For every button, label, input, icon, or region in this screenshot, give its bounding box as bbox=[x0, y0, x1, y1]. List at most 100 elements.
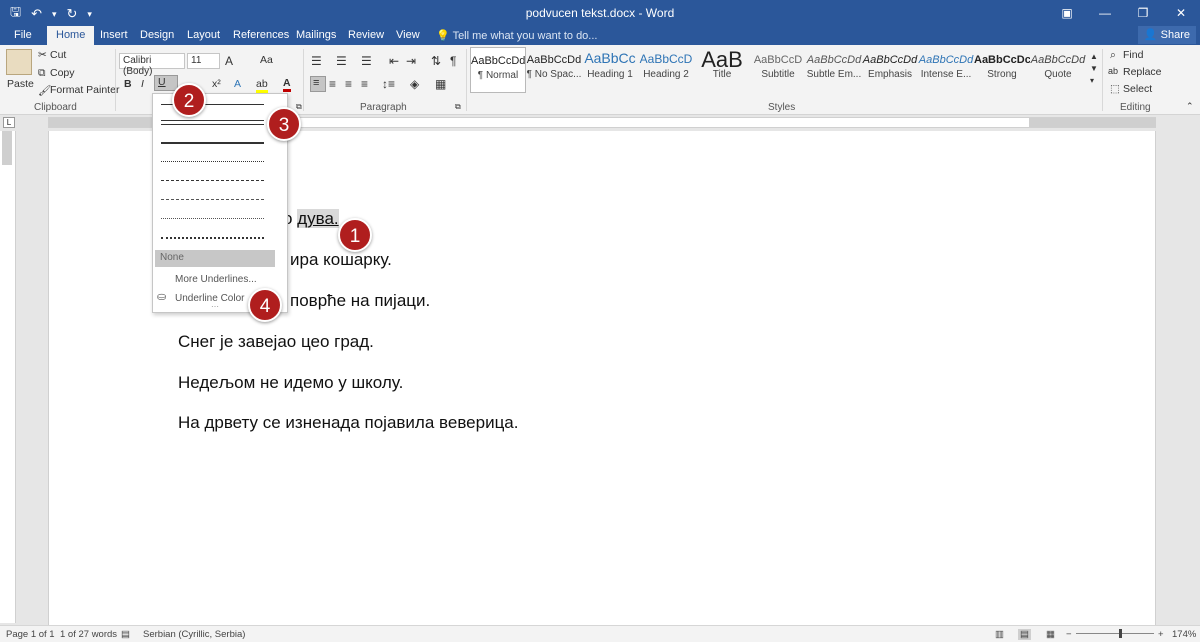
superscript-button[interactable]: x² bbox=[212, 78, 221, 90]
show-formatting-icon[interactable]: ¶ bbox=[450, 54, 456, 68]
underline-dotted[interactable] bbox=[161, 156, 264, 168]
web-layout-icon[interactable]: ▦ bbox=[1046, 629, 1055, 640]
styles-scroll-icon[interactable]: ▲ ▼ ▾ bbox=[1090, 51, 1098, 87]
paste-button[interactable]: Paste bbox=[7, 78, 34, 90]
group-divider bbox=[466, 49, 467, 111]
document-line-5[interactable]: Недељом не идемо у школу. bbox=[178, 373, 403, 393]
style-heading-1[interactable]: AaBbCc Heading 1 bbox=[582, 47, 638, 93]
page-count[interactable]: Page 1 of 1 bbox=[6, 629, 55, 640]
zoom-slider-thumb[interactable] bbox=[1119, 629, 1122, 638]
underline-thick[interactable] bbox=[161, 137, 264, 149]
zoom-out-button[interactable]: − bbox=[1066, 629, 1072, 640]
tab-view[interactable]: View bbox=[396, 26, 420, 45]
tab-file[interactable]: File bbox=[14, 26, 32, 45]
group-divider bbox=[303, 49, 304, 111]
tell-me-box[interactable]: 💡 Tell me what you want to do... bbox=[436, 29, 597, 42]
style-subtitle[interactable]: AaBbCcD Subtitle bbox=[750, 47, 806, 93]
lightbulb-icon: 💡 bbox=[436, 30, 453, 42]
multilevel-list-icon[interactable]: ☰ bbox=[361, 54, 372, 68]
document-line-3[interactable]: поврће на пијаци. bbox=[290, 291, 430, 311]
style-emphasis[interactable]: AaBbCcDd Emphasis bbox=[862, 47, 918, 93]
ribbon-display-options-button[interactable]: ▣ bbox=[1048, 0, 1086, 25]
change-case-button[interactable]: Aa bbox=[260, 54, 273, 66]
bullets-icon[interactable]: ☰ bbox=[311, 54, 322, 68]
find-button[interactable]: Find bbox=[1123, 49, 1143, 61]
italic-button[interactable]: I bbox=[141, 78, 144, 90]
style-heading-2[interactable]: AaBbCcD Heading 2 bbox=[638, 47, 694, 93]
sort-icon[interactable]: ⇅ bbox=[431, 54, 441, 68]
proofing-icon[interactable]: ▤ bbox=[121, 629, 130, 640]
align-left-icon[interactable]: ≡ bbox=[310, 76, 326, 92]
read-mode-icon[interactable]: ▥ bbox=[995, 629, 1004, 640]
underline-dash-dot-dot[interactable] bbox=[161, 213, 264, 225]
style-no-spacing[interactable]: AaBbCcDd ¶ No Spac... bbox=[526, 47, 582, 93]
tab-layout[interactable]: Layout bbox=[187, 26, 220, 45]
tab-selector[interactable]: L bbox=[3, 117, 15, 128]
minimize-button[interactable]: — bbox=[1086, 0, 1124, 25]
style-title[interactable]: AaB Title bbox=[694, 47, 750, 93]
font-dialog-launcher-icon[interactable]: ⧉ bbox=[296, 102, 302, 112]
decrease-indent-icon[interactable]: ⇤ bbox=[389, 54, 399, 68]
replace-button[interactable]: Replace bbox=[1123, 66, 1162, 78]
callout-3: 3 bbox=[267, 107, 301, 141]
language-indicator[interactable]: Serbian (Cyrillic, Serbia) bbox=[143, 629, 245, 640]
shading-icon[interactable]: ◈ bbox=[410, 77, 419, 91]
underline-color-item[interactable]: Underline Color bbox=[175, 293, 244, 304]
document-line-2[interactable]: ира кошарку. bbox=[290, 250, 392, 270]
tab-review[interactable]: Review bbox=[348, 26, 384, 45]
line-spacing-icon[interactable]: ↕≡ bbox=[382, 77, 395, 91]
tab-insert[interactable]: Insert bbox=[100, 26, 128, 45]
font-name-box[interactable]: Calibri (Body) bbox=[119, 53, 185, 77]
document-line-6[interactable]: На дрвету се изненада појавила веверица. bbox=[178, 413, 518, 433]
style-intense-emphasis[interactable]: AaBbCcDd Intense E... bbox=[918, 47, 974, 93]
underline-button[interactable]: U bbox=[154, 75, 178, 91]
zoom-level[interactable]: 174% bbox=[1172, 629, 1196, 640]
underline-wave[interactable] bbox=[161, 232, 264, 244]
collapse-ribbon-icon[interactable]: ⌃ bbox=[1186, 101, 1194, 112]
font-size-box[interactable]: 11 bbox=[187, 53, 220, 69]
align-right-icon[interactable]: ≡ bbox=[345, 77, 352, 91]
vertical-ruler[interactable] bbox=[0, 131, 16, 623]
text-effects-icon[interactable]: A bbox=[234, 78, 241, 90]
cut-button[interactable]: Cut bbox=[50, 49, 66, 61]
document-line-1[interactable]: о дува. bbox=[283, 209, 339, 229]
clipboard-icon bbox=[6, 49, 32, 75]
zoom-slider[interactable] bbox=[1076, 633, 1154, 634]
highlight-icon[interactable]: ab bbox=[256, 78, 268, 93]
tab-references[interactable]: References bbox=[233, 26, 289, 45]
style-normal[interactable]: AaBbCcDd ¶ Normal bbox=[470, 47, 526, 93]
copy-button[interactable]: Copy bbox=[50, 67, 75, 79]
zoom-in-button[interactable]: + bbox=[1158, 629, 1164, 640]
style-strong[interactable]: AaBbCcDc Strong bbox=[974, 47, 1030, 93]
print-layout-icon[interactable]: ▤ bbox=[1018, 629, 1031, 640]
bold-button[interactable]: B bbox=[124, 78, 132, 90]
share-button[interactable]: 👤 Share bbox=[1137, 26, 1196, 44]
style-subtle-emphasis[interactable]: AaBbCcDd Subtle Em... bbox=[806, 47, 862, 93]
selected-text[interactable]: дува. bbox=[297, 209, 339, 228]
paragraph-group-label: Paragraph bbox=[360, 102, 407, 113]
font-color-icon[interactable]: A bbox=[283, 77, 291, 92]
underline-none[interactable]: None bbox=[155, 250, 275, 267]
format-painter-button[interactable]: Format Painter bbox=[50, 84, 119, 96]
align-center-icon[interactable]: ≡ bbox=[329, 77, 336, 91]
justify-icon[interactable]: ≡ bbox=[361, 77, 368, 91]
select-button[interactable]: Select bbox=[1123, 83, 1152, 95]
borders-icon[interactable]: ▦ bbox=[435, 77, 446, 91]
more-underlines-item[interactable]: More Underlines... bbox=[175, 274, 257, 285]
restore-button[interactable]: ❐ bbox=[1124, 0, 1162, 25]
underline-dashed[interactable] bbox=[161, 175, 264, 187]
style-quote[interactable]: AaBbCcDd Quote bbox=[1030, 47, 1086, 93]
underline-dash-dot[interactable] bbox=[161, 194, 264, 206]
increase-indent-icon[interactable]: ⇥ bbox=[406, 54, 416, 68]
word-count[interactable]: 1 of 27 words bbox=[60, 629, 117, 640]
tab-design[interactable]: Design bbox=[140, 26, 174, 45]
numbering-icon[interactable]: ☰ bbox=[336, 54, 347, 68]
close-button[interactable]: ✕ bbox=[1162, 0, 1200, 25]
resize-grip-icon[interactable]: ⋯ bbox=[211, 302, 219, 311]
tab-mailings[interactable]: Mailings bbox=[296, 26, 336, 45]
underline-double[interactable] bbox=[161, 117, 264, 129]
paragraph-dialog-launcher-icon[interactable]: ⧉ bbox=[455, 102, 461, 112]
tab-home[interactable]: Home bbox=[47, 26, 95, 45]
document-line-4[interactable]: Снег је завејао цео град. bbox=[178, 332, 374, 352]
grow-font-icon[interactable]: A bbox=[225, 54, 233, 68]
